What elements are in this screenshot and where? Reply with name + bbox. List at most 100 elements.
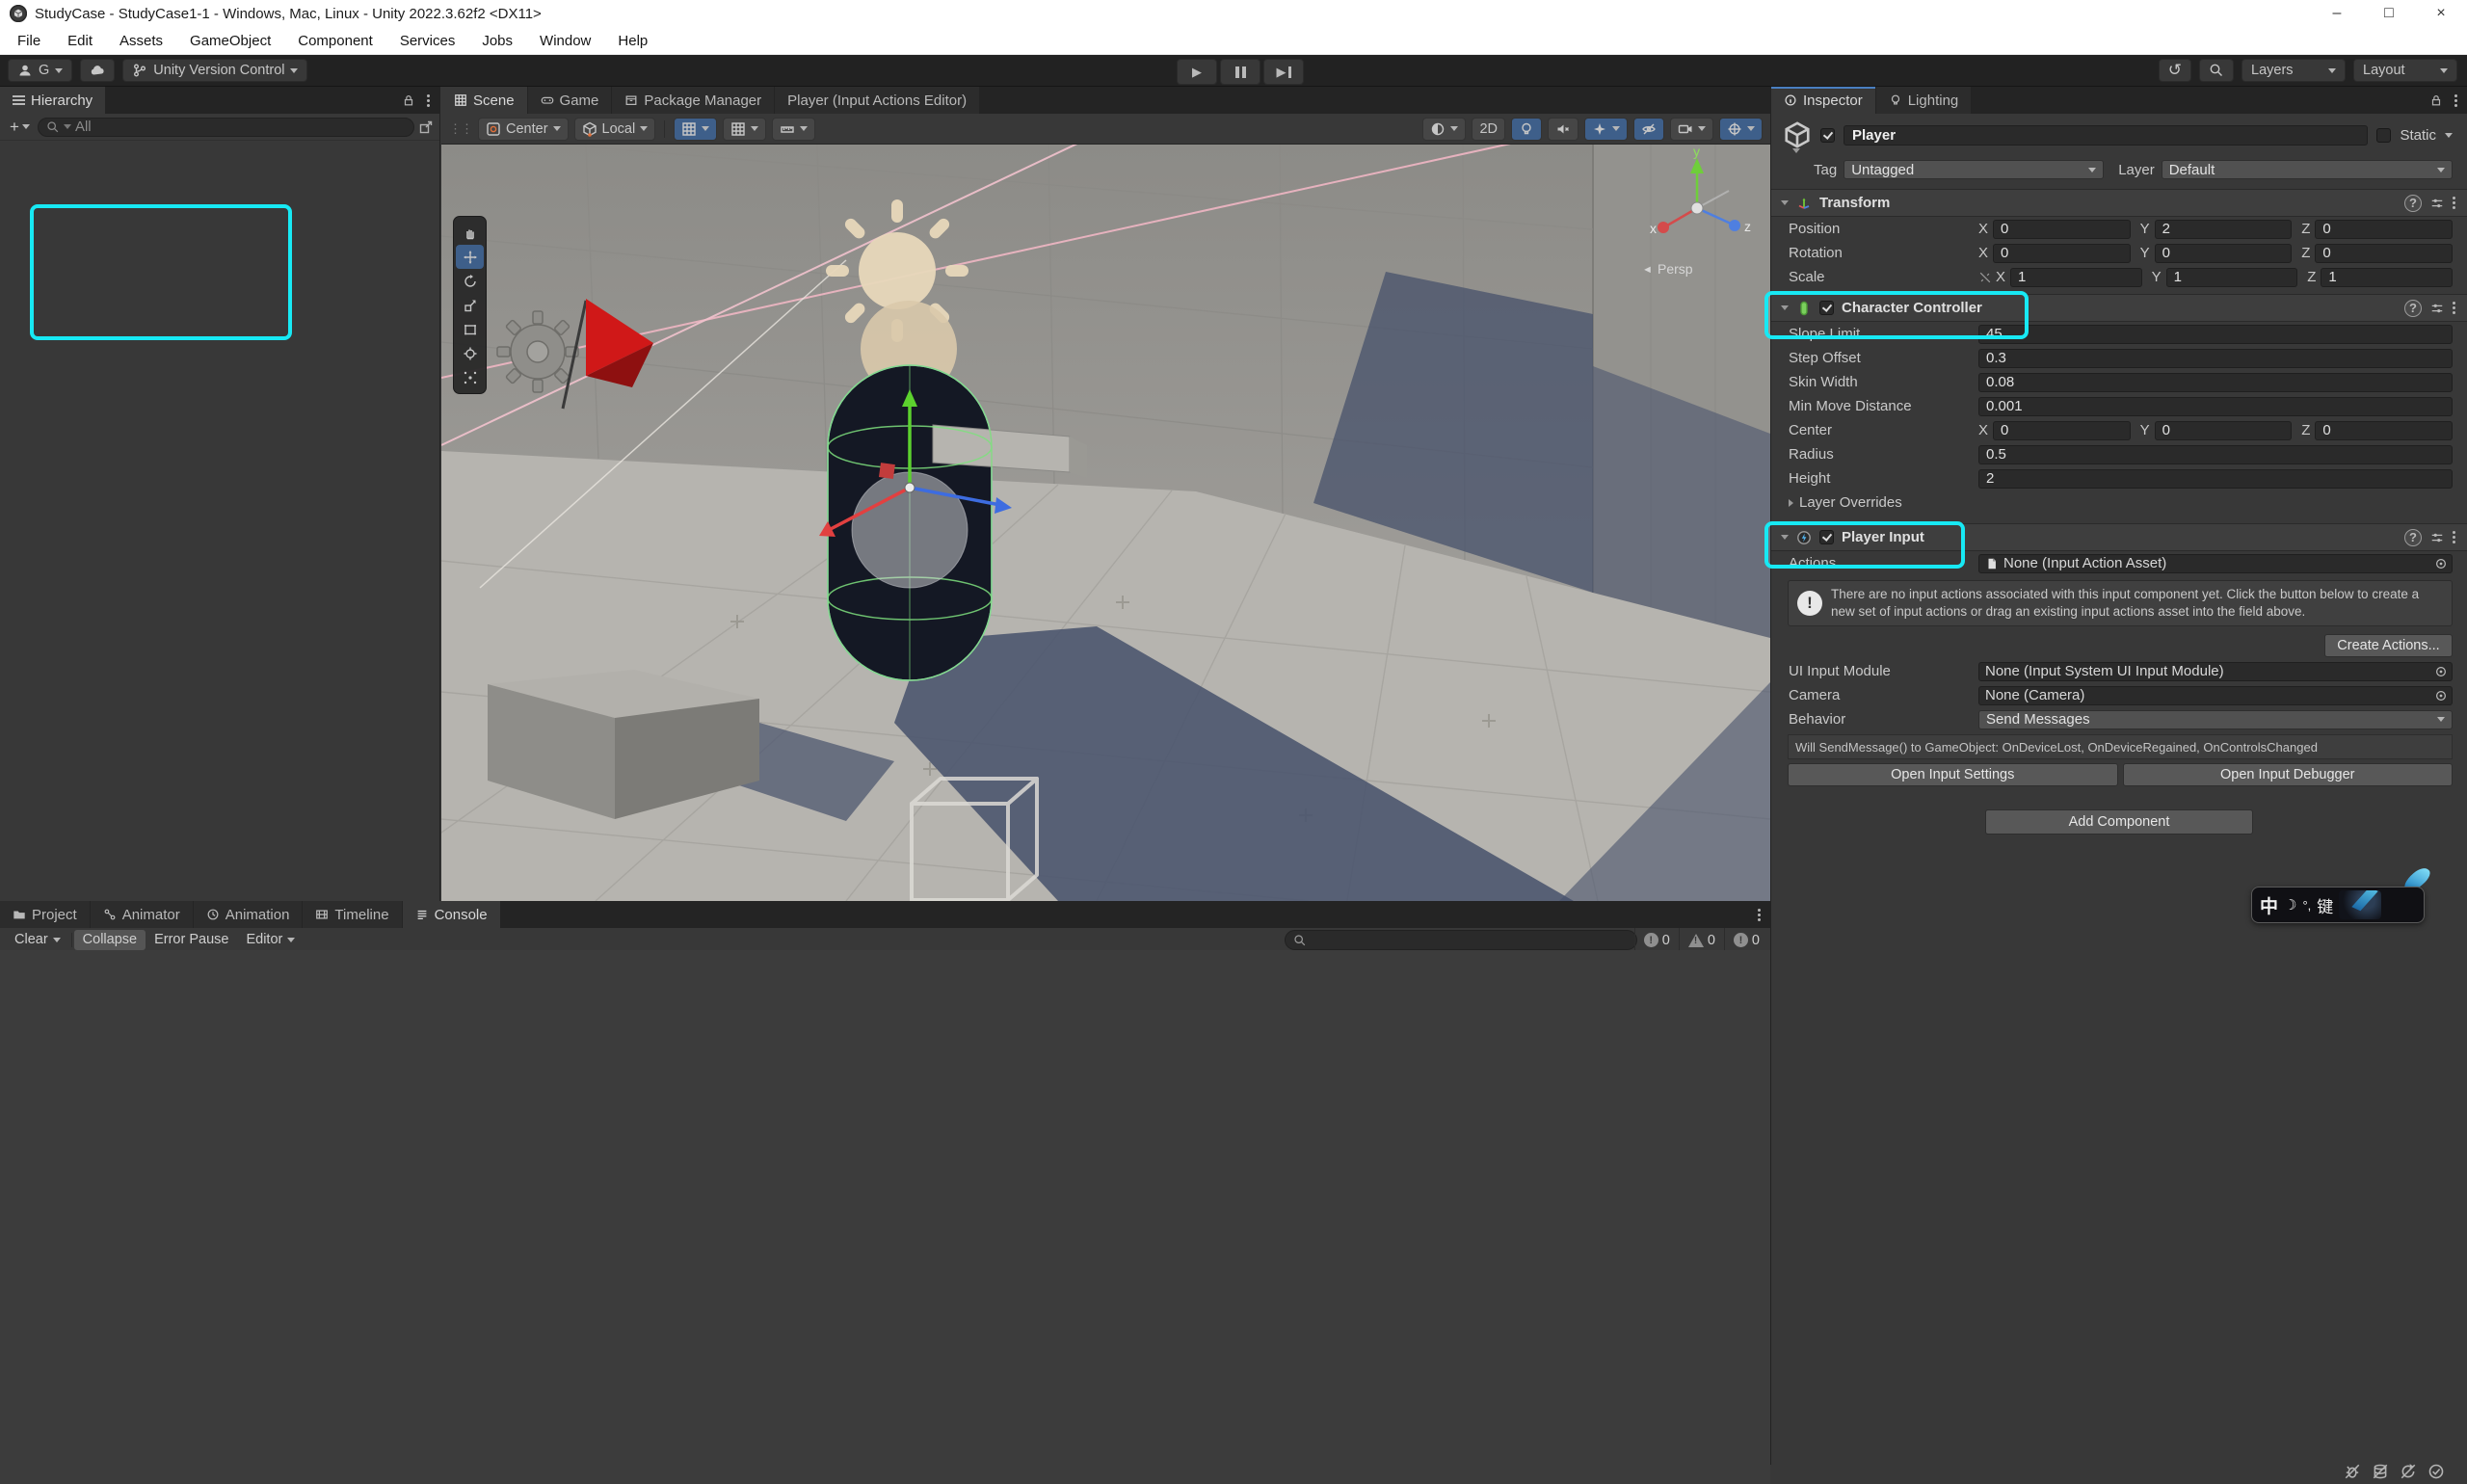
object-field[interactable]: None (Input System UI Input Module) [1978,662,2453,681]
console-search[interactable] [1285,930,1637,950]
maximize-button[interactable]: □ [2363,0,2415,27]
component-enabled-checkbox[interactable] [1819,530,1834,544]
grid-snap-toggle[interactable] [723,118,766,141]
tab-hierarchy[interactable]: Hierarchy [0,87,105,114]
menu-file[interactable]: File [4,27,54,54]
scale-tool[interactable] [456,293,484,317]
console-search-input[interactable] [1312,932,1629,949]
tab-package-manager[interactable]: Package Manager [612,87,774,114]
drag-handle[interactable]: ⋮⋮ [449,121,472,137]
ime-keyboard[interactable]: 键 [2317,893,2333,917]
scene-viewport[interactable]: y x z ◄ Persp [441,145,1770,901]
rotate-tool[interactable] [456,269,484,293]
step-button[interactable]: ▶ [1263,59,1304,85]
static-checkbox[interactable] [2376,128,2391,143]
x-field[interactable]: 0 [1993,220,2131,239]
menu-help[interactable]: Help [604,27,661,54]
layer-overrides-row[interactable]: Layer Overrides [1771,490,2467,515]
menu-component[interactable]: Component [284,27,386,54]
account-button[interactable]: G [8,59,72,82]
2d-toggle[interactable]: 2D [1472,118,1505,141]
error-count-badge[interactable]: !0 [1724,928,1768,952]
minimize-button[interactable]: – [2311,0,2363,27]
snap-increment-dropdown[interactable] [772,118,815,141]
value-field[interactable]: 0.3 [1978,349,2453,368]
layout-dropdown[interactable]: Layout [2353,59,2457,82]
tab-timeline[interactable]: Timeline [303,901,401,928]
transform-header[interactable]: Transform ? [1771,189,2467,217]
kebab-menu-icon[interactable] [2453,306,2455,309]
layers-dropdown[interactable]: Layers [2242,59,2346,82]
ime-mode-chinese[interactable]: 中 [2260,892,2278,918]
console-log-area[interactable] [0,950,1770,1484]
hierarchy-search-input[interactable]: All [38,118,414,137]
foldout-icon[interactable] [1781,200,1789,205]
z-field[interactable]: 0 [2315,244,2453,263]
cache-server-off-icon[interactable] [2372,1463,2389,1480]
version-control-button[interactable]: Unity Version Control [122,59,307,82]
layer-dropdown[interactable]: Default [2162,160,2453,179]
close-button[interactable]: × [2415,0,2467,27]
kebab-menu-icon[interactable] [1758,914,1761,916]
lock-icon[interactable] [2429,93,2443,107]
tab-player-input-actions-editor[interactable]: Player (Input Actions Editor) [775,87,979,114]
tab-inspector[interactable]: Inspector [1771,87,1875,114]
value-field[interactable]: 2 [1978,469,2453,489]
create-actions-button[interactable]: Create Actions... [2324,634,2453,657]
tab-project[interactable]: Project [0,901,90,928]
tab-lighting[interactable]: Lighting [1876,87,1972,114]
help-icon[interactable]: ? [2404,529,2422,546]
lock-icon[interactable] [402,93,415,107]
tab-console[interactable]: Console [403,901,500,928]
pivot-dropdown[interactable]: Center [478,118,569,141]
custom-tool[interactable] [456,365,484,389]
y-field[interactable]: 0 [2155,244,2293,263]
foldout-icon[interactable] [1781,305,1789,310]
tab-scene[interactable]: Scene [441,87,527,114]
effects-dropdown[interactable] [1584,118,1628,141]
lighting-toggle[interactable] [1511,118,1542,141]
play-button[interactable]: ▶ [1177,59,1217,85]
info-count-badge[interactable]: !0 [1634,928,1679,952]
tab-game[interactable]: Game [528,87,612,114]
behavior-dropdown[interactable]: Send Messages [1978,710,2453,729]
console-error-pause-button[interactable]: Error Pause [146,930,237,950]
ime-toolbar[interactable]: 中 ☽ °, 键 [2251,887,2425,923]
open-input-debugger-button[interactable]: Open Input Debugger [2123,763,2454,786]
menu-gameobject[interactable]: GameObject [176,27,284,54]
y-field[interactable]: 0 [2155,421,2293,440]
kebab-menu-icon[interactable] [2453,536,2455,539]
value-field[interactable]: 45 [1978,325,2453,344]
x-field[interactable]: 0 [1993,421,2131,440]
hidden-objects-toggle[interactable] [1633,118,1664,141]
x-field[interactable]: 0 [1993,244,2131,263]
kebab-menu-icon[interactable] [2453,201,2455,204]
orientation-dropdown[interactable]: Local [574,118,656,141]
gameobject-name-field[interactable]: Player [1844,125,2368,146]
shading-mode-dropdown[interactable] [1422,118,1466,141]
moon-icon[interactable]: ☽ [2284,896,2296,914]
console-editor-button[interactable]: Editor [237,930,304,950]
z-field[interactable]: 0 [2315,421,2453,440]
kebab-menu-icon[interactable] [2454,99,2457,102]
active-checkbox[interactable] [1820,128,1835,143]
undo-history-button[interactable]: ↺ [2159,59,2191,82]
y-field[interactable]: 1 [2166,268,2298,287]
transform-tool[interactable] [456,341,484,365]
character-controller-header[interactable]: Character Controller ? [1771,294,2467,322]
z-field[interactable]: 0 [2315,220,2453,239]
kebab-menu-icon[interactable] [427,99,430,102]
tab-animator[interactable]: Animator [91,901,193,928]
help-icon[interactable]: ? [2404,300,2422,317]
y-field[interactable]: 2 [2155,220,2293,239]
value-field[interactable]: 0.08 [1978,373,2453,392]
rect-tool[interactable] [456,317,484,341]
console-clear-button[interactable]: Clear [6,930,69,950]
tag-dropdown[interactable]: Untagged [1844,160,2104,179]
menu-assets[interactable]: Assets [106,27,176,54]
z-field[interactable]: 1 [2321,268,2453,287]
popout-icon[interactable] [418,119,434,135]
x-field[interactable]: 1 [2010,268,2142,287]
component-enabled-checkbox[interactable] [1819,301,1834,315]
audio-toggle[interactable] [1548,118,1578,141]
